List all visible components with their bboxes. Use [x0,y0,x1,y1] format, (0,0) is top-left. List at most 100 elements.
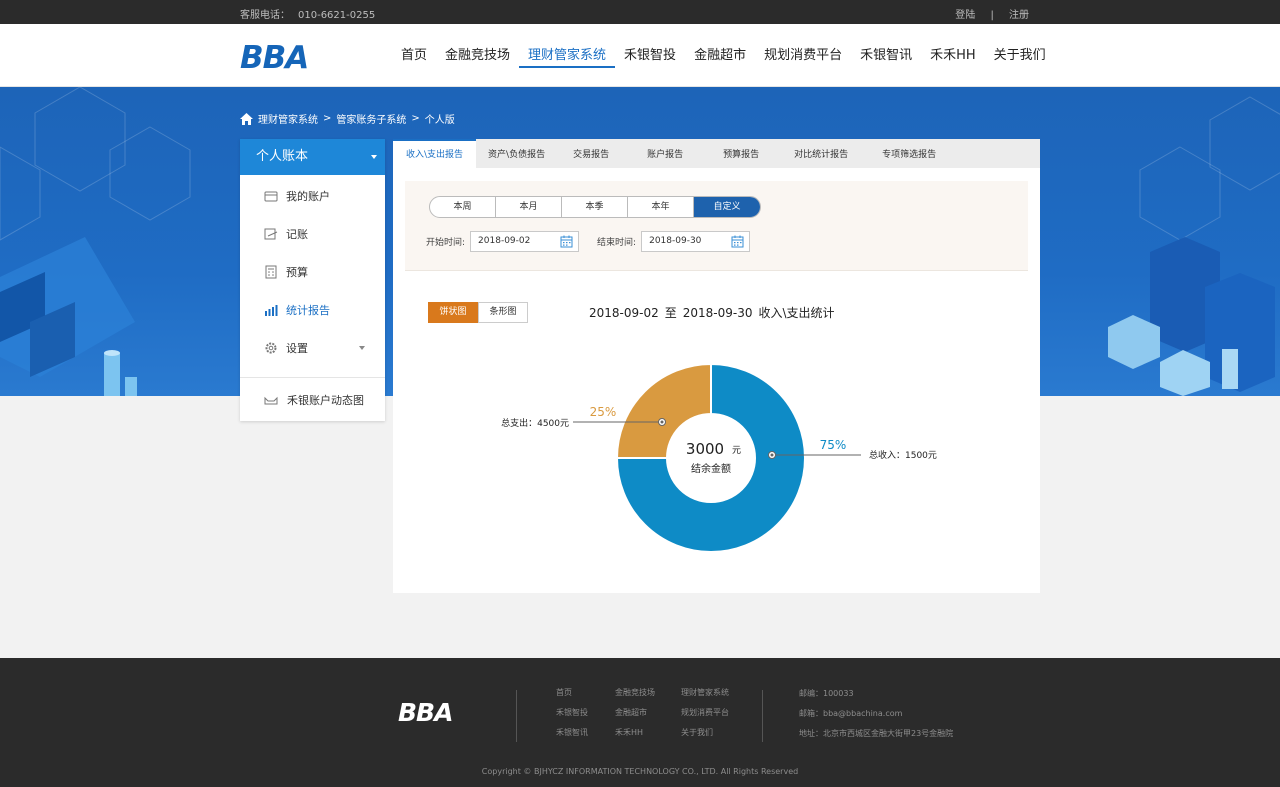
sidebar: 个人账本 我的账户 记账 预算 统计报告 设置 禾银账户动态图 [240,139,385,421]
sidebar-item-label: 统计报告 [286,304,330,317]
footer-link-arena[interactable]: 金融竞技场 [615,687,681,699]
caret-down-icon [371,155,377,159]
income-callout-label: 总收入：1500元 [869,449,937,461]
calculator-icon [265,265,277,279]
card-icon [264,191,278,202]
footer-divider [762,690,763,742]
sidebar-item-label: 预算 [286,266,308,279]
bar-chart-icon [265,305,278,316]
footer-link-news[interactable]: 禾银智讯 [556,727,615,739]
end-date-label: 结束时间: [597,238,637,248]
start-date-label: 开始时间: [426,238,466,248]
gear-icon [265,342,277,354]
footer-link-smart-invest[interactable]: 禾银智投 [556,707,615,719]
footer-link-consumer-platform[interactable]: 规划消费平台 [681,707,761,719]
nav-item-news[interactable]: 禾银智讯 [851,46,921,68]
date-range: 开始时间: 2018-09-02 结束时间: 2018-09-30 [426,231,751,252]
nav-item-arena[interactable]: 金融竞技场 [436,46,519,68]
period-selector: 本周 本月 本季 本年 自定义 [429,196,761,218]
phone-number: 010-6621-0255 [298,10,376,21]
chart-type-toggle: 饼状图 条形图 [428,302,528,323]
nav-item-home[interactable]: 首页 [392,46,436,68]
tab-income-expense[interactable]: 收入\支出报告 [393,139,477,168]
footer-address: 地址：北京市西城区金融大街甲23号金融院 [799,729,954,738]
period-month[interactable]: 本月 [496,197,562,217]
breadcrumb: 理财管家系统 > 管家账务子系统 > 个人版 [240,111,455,126]
nav-item-wealth-system[interactable]: 理财管家系统 [519,46,616,68]
main-nav: 首页 金融竞技场 理财管家系统 禾银智投 金融超市 规划消费平台 禾银智讯 禾禾… [392,46,1055,68]
expense-percent-label: 25% [590,405,617,419]
start-date-input[interactable]: 2018-09-02 [470,231,580,252]
home-icon[interactable] [240,112,253,125]
footer-link-wealth-system[interactable]: 理财管家系统 [681,687,761,699]
top-bar: 客服电话： 010-6621-0255 登陆 | 注册 [0,0,1280,24]
breadcrumb-separator: > [323,113,332,124]
start-date-value: 2018-09-02 [478,236,531,246]
footer-link-about[interactable]: 关于我们 [681,727,761,739]
sidebar-item-budget[interactable]: 预算 [240,253,385,291]
period-year[interactable]: 本年 [628,197,694,217]
service-phone: 客服电话： 010-6621-0255 [240,6,375,21]
footer-link-finance-market[interactable]: 金融超市 [615,707,681,719]
income-callout-dot-center [770,453,774,457]
pie-chart-button[interactable]: 饼状图 [428,302,478,323]
tab-accounts[interactable]: 账户报告 [625,139,705,168]
nav-item-smart-invest[interactable]: 禾银智投 [615,46,685,68]
edit-icon [264,228,278,240]
nav-item-about[interactable]: 关于我们 [985,46,1055,68]
caret-down-icon [359,346,365,350]
sidebar-item-bookkeeping[interactable]: 记账 [240,215,385,253]
site-footer: BBA 首页 金融竞技场 理财管家系统 禾银智投 金融超市 规划消费平台 禾银智… [0,658,1280,787]
breadcrumb-item-subsystem[interactable]: 管家账务子系统 [336,111,406,126]
nav-item-hh[interactable]: 禾禾HH [921,46,985,68]
footer-email: 邮箱：bba@bbachina.com [799,709,903,718]
chart-title-end: 2018-09-30 [682,306,753,320]
tab-asset-liability[interactable]: 资产\负债报告 [476,139,557,168]
login-link[interactable]: 登陆 [955,10,975,21]
tab-special-filter[interactable]: 专项筛选报告 [865,139,953,168]
expense-callout-label: 总支出：4500元 [501,417,569,429]
auth-links: 登陆 | 注册 [955,6,1029,21]
period-quarter[interactable]: 本季 [562,197,628,217]
sidebar-item-label: 禾银账户动态图 [287,394,364,407]
copyright: Copyright © BJHYCZ INFORMATION TECHNOLOG… [481,767,799,776]
sidebar-item-label: 记账 [286,228,308,241]
sidebar-item-settings[interactable]: 设置 [240,329,385,367]
breadcrumb-separator: > [411,113,420,124]
footer-link-hh[interactable]: 禾禾HH [615,727,681,739]
breadcrumb-item-personal: 个人版 [424,115,455,126]
footer-contact: 邮编：100033 邮箱：bba@bbachina.com 地址：北京市西城区金… [799,688,953,748]
sidebar-header[interactable]: 个人账本 [240,139,385,175]
calendar-icon[interactable] [560,235,573,248]
register-link[interactable]: 注册 [1009,10,1029,21]
center-value: 3000 [686,440,724,458]
phone-label: 客服电话： [240,10,290,21]
footer-postcode: 邮编：100033 [799,689,854,698]
chart-title-suffix: 收入\支出统计 [758,306,835,320]
site-header: BBA 首页 金融竞技场 理财管家系统 禾银智投 金融超市 规划消费平台 禾银智… [0,24,1280,87]
sidebar-item-my-account[interactable]: 我的账户 [240,177,385,215]
expense-callout-dot-center [660,420,664,424]
filter-panel: 本周 本月 本季 本年 自定义 开始时间: 2018-09-02 结束时间: 2… [405,181,1028,271]
sidebar-item-account-dynamics[interactable]: 禾银账户动态图 [240,378,385,422]
footer-link-home[interactable]: 首页 [556,687,615,699]
end-date-input[interactable]: 2018-09-30 [641,231,751,252]
footer-links: 首页 金融竞技场 理财管家系统 禾银智投 金融超市 规划消费平台 禾银智讯 禾禾… [556,687,761,739]
center-label: 结余金额 [691,462,731,475]
tab-transactions[interactable]: 交易报告 [557,139,625,168]
nav-item-finance-market[interactable]: 金融超市 [685,46,755,68]
bar-chart-button[interactable]: 条形图 [478,302,528,323]
tab-comparison[interactable]: 对比统计报告 [777,139,865,168]
nav-item-consumer-platform[interactable]: 规划消费平台 [755,46,851,68]
tab-budget[interactable]: 预算报告 [705,139,777,168]
footer-divider [516,690,517,742]
breadcrumb-item-system[interactable]: 理财管家系统 [258,111,318,126]
period-week[interactable]: 本周 [430,197,496,217]
bba-logo[interactable]: BBA [240,40,309,76]
report-panel: 收入\支出报告 资产\负债报告 交易报告 账户报告 预算报告 对比统计报告 专项… [393,139,1040,593]
footer-logo: BBA [398,698,453,727]
calendar-icon[interactable] [731,235,744,248]
sidebar-item-statistics[interactable]: 统计报告 [240,291,385,329]
wallet-icon [264,396,278,405]
period-custom[interactable]: 自定义 [694,197,760,217]
